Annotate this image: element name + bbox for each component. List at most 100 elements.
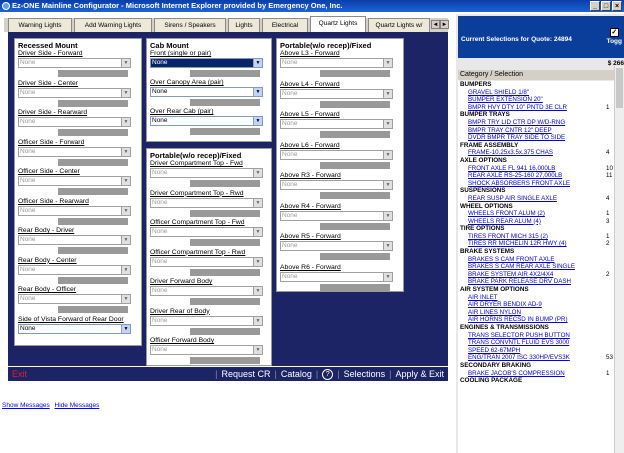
- scrollbar-thumb[interactable]: [616, 68, 623, 108]
- dropdown-arrow-icon[interactable]: ▼: [253, 169, 262, 177]
- minimize-button[interactable]: _: [590, 1, 600, 11]
- tab-warning-lights[interactable]: Warning Lights: [8, 18, 72, 32]
- option-select[interactable]: None ▼: [18, 58, 131, 68]
- option-select[interactable]: None ▼: [150, 197, 263, 208]
- tab-add-warning-lights[interactable]: Add Warning Lights: [74, 18, 152, 32]
- selection-link[interactable]: BMPR TRAY CNTR 12" DEEP: [458, 127, 614, 135]
- option-select[interactable]: None ▼: [150, 315, 263, 326]
- option-select[interactable]: None ▼: [280, 149, 393, 160]
- option-select[interactable]: None ▼: [280, 180, 393, 190]
- option-select[interactable]: None ▼: [150, 116, 263, 126]
- dropdown-arrow-icon[interactable]: ▼: [253, 257, 262, 266]
- tab-lights[interactable]: Lights: [228, 18, 260, 32]
- option-select[interactable]: None ▼: [18, 235, 131, 245]
- help-icon[interactable]: ?: [322, 368, 334, 380]
- sidebar-scrollbar[interactable]: [614, 66, 624, 453]
- dropdown-arrow-icon[interactable]: ▼: [253, 287, 262, 295]
- dropdown-arrow-icon[interactable]: ▼: [253, 346, 262, 354]
- option-select[interactable]: None ▼: [150, 345, 263, 355]
- selection-link[interactable]: FRAME-10.25x3.5x.375 CHAS 4: [458, 149, 614, 157]
- dropdown-arrow-icon[interactable]: ▼: [383, 150, 392, 159]
- tab-scroll-right-icon[interactable]: ►: [440, 20, 449, 29]
- option-select[interactable]: None ▼: [280, 271, 393, 282]
- selection-link[interactable]: SHOCK ABSORBERS FRONT AXLE: [458, 180, 614, 188]
- selection-link[interactable]: TRANS SELECTOR PUSH BUTTON: [458, 332, 614, 340]
- option-select[interactable]: None ▼: [18, 205, 131, 216]
- option-select[interactable]: None ▼: [150, 256, 263, 267]
- option-select[interactable]: None ▼: [280, 58, 393, 68]
- selection-link[interactable]: AIR HORNS RECSD IN BUMP (PR): [458, 316, 614, 324]
- dropdown-arrow-icon[interactable]: ▼: [253, 59, 262, 67]
- selection-link[interactable]: BMPR HVY DTY 10" PNTD 3E CLR 1: [458, 104, 614, 112]
- selection-link[interactable]: REAR AXLE RS-25-160 27,000LB 11: [458, 172, 614, 180]
- selection-link[interactable]: BRAKE JACOB'S COMPRESSION 1: [458, 370, 614, 378]
- option-select[interactable]: None ▼: [280, 88, 393, 99]
- toggle-checkbox[interactable]: ✓: [609, 28, 619, 37]
- option-select[interactable]: None ▼: [18, 87, 131, 98]
- tab-sirens-speakers[interactable]: Sirens / Speakers: [154, 18, 226, 32]
- option-select[interactable]: None ▼: [18, 264, 131, 275]
- option-select[interactable]: None ▼: [150, 168, 263, 178]
- selection-link[interactable]: BRAKE SYSTEM AIR 4X2/4X4 2: [458, 271, 614, 279]
- tab-electrical[interactable]: Electrical: [262, 18, 308, 32]
- tab-quartz-lights-w[interactable]: Quartz Lights w/: [368, 18, 430, 32]
- show-messages-link[interactable]: Show Messages: [2, 402, 50, 409]
- tab-quartz-lights[interactable]: Quartz Lights: [310, 16, 366, 32]
- hide-messages-link[interactable]: Hide Messages: [55, 402, 100, 409]
- dropdown-arrow-icon[interactable]: ▼: [121, 118, 130, 126]
- apply-exit-button[interactable]: Apply & Exit: [395, 367, 444, 381]
- request-cr-button[interactable]: Request CR: [222, 367, 271, 381]
- dropdown-arrow-icon[interactable]: ▼: [253, 117, 262, 125]
- selection-link[interactable]: BRAKES S CAM FRONT AXLE: [458, 256, 614, 264]
- dropdown-arrow-icon[interactable]: ▼: [121, 59, 130, 67]
- selection-link[interactable]: TIRES RR MICHELIN 12R HWY (4) 2: [458, 240, 614, 248]
- tab-scroll-left-icon[interactable]: ◄: [431, 20, 440, 29]
- selection-link[interactable]: DVDR BMPR TRAY SIDE TO SIDE: [458, 134, 614, 142]
- selection-link[interactable]: BMPR TRY LID CTR DP W/D-RNG: [458, 119, 614, 127]
- dropdown-arrow-icon[interactable]: ▼: [383, 272, 392, 281]
- selection-link[interactable]: WHEELS REAR ALUM (4) 3: [458, 218, 614, 226]
- selection-link[interactable]: BRAKES S CAM REAR AXLE SINGLE: [458, 263, 614, 271]
- dropdown-arrow-icon[interactable]: ▼: [253, 316, 262, 325]
- selection-link[interactable]: TIRES FRONT MICH 315 (2) 1: [458, 233, 614, 241]
- option-select[interactable]: None ▼: [150, 58, 263, 68]
- dropdown-arrow-icon[interactable]: ▼: [121, 88, 130, 97]
- selection-link[interactable]: AIR INLET: [458, 294, 614, 302]
- option-select[interactable]: None ▼: [18, 146, 131, 157]
- exit-button[interactable]: Exit: [12, 367, 27, 381]
- dropdown-arrow-icon[interactable]: ▼: [121, 147, 130, 156]
- dropdown-arrow-icon[interactable]: ▼: [253, 88, 262, 96]
- close-button[interactable]: ×: [612, 1, 622, 11]
- dropdown-arrow-icon[interactable]: ▼: [253, 198, 262, 207]
- option-select[interactable]: None ▼: [150, 227, 263, 237]
- option-select[interactable]: None ▼: [18, 117, 131, 127]
- dropdown-arrow-icon[interactable]: ▼: [383, 120, 392, 128]
- dropdown-arrow-icon[interactable]: ▼: [383, 89, 392, 98]
- dropdown-arrow-icon[interactable]: ▼: [383, 181, 392, 189]
- dropdown-arrow-icon[interactable]: ▼: [121, 206, 130, 215]
- dropdown-arrow-icon[interactable]: ▼: [383, 211, 392, 220]
- selection-link[interactable]: BUMPER EXTENSION 20": [458, 96, 614, 104]
- option-select[interactable]: None ▼: [150, 87, 263, 97]
- selection-link[interactable]: WHEELS FRONT ALUM (2) 1: [458, 210, 614, 218]
- selection-link[interactable]: SPEED 62-67MPH: [458, 347, 614, 355]
- maximize-button[interactable]: □: [601, 1, 611, 11]
- dropdown-arrow-icon[interactable]: ▼: [383, 59, 392, 67]
- selection-link[interactable]: BRAKE PARK RELEASE DRV DASH: [458, 278, 614, 286]
- option-select[interactable]: None ▼: [18, 176, 131, 186]
- selection-link[interactable]: AIR DRYER BENDIX AD-9: [458, 301, 614, 309]
- dropdown-arrow-icon[interactable]: ▼: [121, 177, 130, 185]
- dropdown-arrow-icon[interactable]: ▼: [121, 324, 130, 333]
- dropdown-arrow-icon[interactable]: ▼: [121, 236, 130, 244]
- option-select[interactable]: None ▼: [150, 286, 263, 296]
- selection-link[interactable]: GRAVEL SHIELD 1/8": [458, 89, 614, 97]
- dropdown-arrow-icon[interactable]: ▼: [121, 295, 130, 303]
- dropdown-arrow-icon[interactable]: ▼: [383, 242, 392, 250]
- selections-button[interactable]: Selections: [344, 367, 386, 381]
- option-select[interactable]: None ▼: [18, 323, 131, 334]
- selection-link[interactable]: AIR LINES NYLON: [458, 309, 614, 317]
- option-select[interactable]: None ▼: [280, 241, 393, 251]
- option-select[interactable]: None ▼: [280, 119, 393, 129]
- selection-link[interactable]: TRANS CONVNTL FLUID EVS 3000: [458, 339, 614, 347]
- selection-link[interactable]: REAR SUSP AIR SINGLE AXLE 4: [458, 195, 614, 203]
